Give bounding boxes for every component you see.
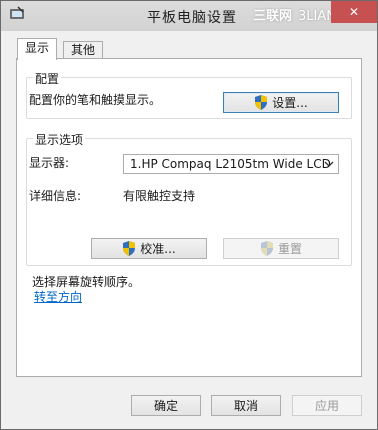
- tab-other-label: 其他: [71, 43, 96, 57]
- tab-display-label: 显示: [25, 41, 50, 55]
- display-tab-panel: 配置 配置你的笔和触摸显示。 设置... 显示选项 显示器: 1.HP Comp…: [16, 58, 362, 377]
- display-options-group: 显示选项 显示器: 1.HP Compaq L2105tm Wide LCD 详…: [26, 131, 352, 266]
- uac-shield-icon: [254, 95, 268, 110]
- display-select[interactable]: 1.HP Compaq L2105tm Wide LCD: [123, 154, 339, 174]
- cancel-button-label: 取消: [233, 399, 258, 413]
- uac-shield-icon: [260, 241, 274, 256]
- calibrate-button[interactable]: 校准...: [91, 238, 207, 259]
- details-label: 详细信息:: [29, 189, 82, 203]
- calibrate-button-label: 校准...: [140, 242, 176, 256]
- tab-other[interactable]: 其他: [63, 41, 104, 59]
- apply-button-label: 应用: [314, 399, 339, 413]
- config-group-title: 配置: [33, 70, 62, 87]
- setup-button[interactable]: 设置...: [223, 92, 339, 113]
- tablet-settings-window: 平板电脑设置 三联网3LIAN.COM ✕ 显示 其他 配置 配置你的笔和触摸显…: [0, 0, 378, 430]
- watermark-text: 三联网: [253, 9, 293, 24]
- tablet-settings-app-icon: [9, 6, 25, 22]
- tab-display[interactable]: 显示: [17, 38, 58, 60]
- details-value: 有限触控支持: [123, 189, 196, 203]
- window-title: 平板电脑设置: [147, 10, 237, 26]
- config-description: 配置你的笔和触摸显示。: [29, 93, 162, 107]
- close-button[interactable]: ✕: [331, 1, 377, 23]
- ok-button[interactable]: 确定: [131, 395, 201, 416]
- uac-shield-icon: [122, 241, 136, 256]
- chevron-down-icon: [323, 155, 335, 173]
- ok-button-label: 确定: [153, 399, 178, 413]
- go-to-orientation-link[interactable]: 转至方向: [34, 288, 82, 305]
- title-bar: 平板电脑设置 三联网3LIAN.COM ✕: [1, 1, 377, 31]
- display-options-title: 显示选项: [33, 131, 86, 148]
- config-group: 配置 配置你的笔和触摸显示。 设置...: [26, 70, 352, 119]
- reset-button-label: 重置: [277, 242, 302, 256]
- display-label: 显示器:: [29, 156, 70, 170]
- cancel-button[interactable]: 取消: [211, 395, 281, 416]
- reset-button[interactable]: 重置: [223, 238, 339, 259]
- display-select-value: 1.HP Compaq L2105tm Wide LCD: [130, 157, 331, 171]
- close-icon: ✕: [348, 5, 360, 19]
- setup-button-label: 设置...: [272, 96, 308, 110]
- apply-button[interactable]: 应用: [292, 395, 362, 416]
